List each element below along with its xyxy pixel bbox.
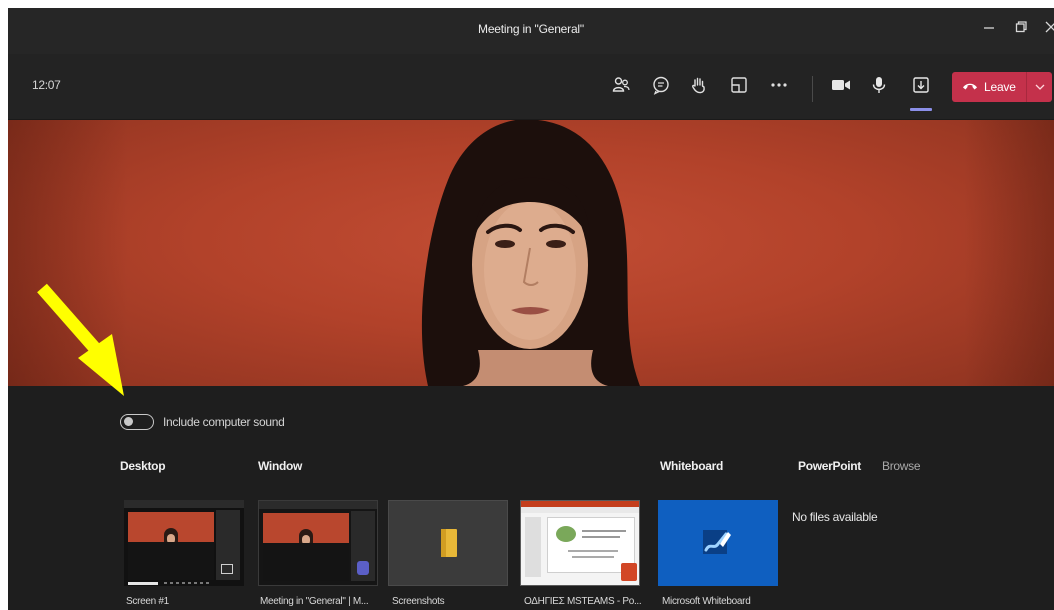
no-files-message: No files available (792, 510, 878, 524)
thumb-side-panel (351, 511, 375, 581)
raise-hand-icon[interactable] (686, 72, 712, 98)
section-window: Window (258, 459, 303, 473)
include-sound-toggle[interactable] (120, 414, 154, 430)
yellow-arrow-annotation (37, 283, 124, 396)
meeting-controls-bar: 12:07 Leave (8, 54, 1054, 120)
tile-label: Screenshots (392, 596, 445, 607)
thumb-titlebar (124, 500, 244, 508)
thumb-video (263, 513, 349, 551)
thumb-slide-list (525, 517, 541, 577)
toolbar-divider (812, 76, 813, 102)
whiteboard-icon (703, 530, 731, 554)
camera-icon[interactable] (828, 72, 854, 98)
section-whiteboard: Whiteboard (660, 459, 723, 473)
participants-icon[interactable] (608, 72, 634, 98)
thumb-progress (128, 582, 158, 585)
rooms-icon[interactable] (726, 72, 752, 98)
teams-meeting-window: Meeting in "General" 12:07 Leave Include… (8, 8, 1054, 610)
participant-video (421, 120, 640, 386)
share-active-indicator (910, 108, 932, 111)
microphone-icon[interactable] (866, 72, 892, 98)
tile-label: Meeting in "General" | M... (260, 596, 369, 607)
tile-whiteboard[interactable] (658, 500, 778, 586)
meeting-timer: 12:07 (32, 78, 61, 92)
folder-icon (441, 529, 457, 557)
tile-window-screenshots[interactable] (388, 500, 508, 586)
tile-label: Microsoft Whiteboard (662, 596, 751, 607)
leave-button[interactable]: Leave (952, 72, 1052, 102)
restore-icon[interactable] (1010, 18, 1032, 40)
section-powerpoint: PowerPoint (798, 459, 862, 473)
tile-window-powerpoint[interactable] (520, 500, 640, 586)
thumb-tray (263, 543, 349, 581)
hang-up-icon (962, 78, 978, 96)
close-icon[interactable] (1040, 18, 1054, 40)
toggle-knob (124, 417, 133, 426)
video-stage (8, 120, 1054, 386)
more-icon[interactable] (766, 72, 792, 98)
tile-window-meeting[interactable] (258, 500, 378, 586)
teams-app-icon (357, 561, 369, 575)
tile-label: ΟΔΗΓΙΕΣ MSTEAMS - Po... (524, 596, 642, 607)
thumb-video (128, 512, 214, 550)
thumb-tray (128, 542, 214, 580)
section-desktop: Desktop (120, 459, 166, 473)
browse-link[interactable]: Browse (882, 459, 921, 473)
share-icon[interactable] (908, 72, 934, 98)
include-sound-label: Include computer sound (163, 415, 285, 429)
tile-label: Screen #1 (126, 596, 169, 607)
leave-main-button[interactable]: Leave (952, 72, 1026, 102)
chevron-down-icon[interactable] (1027, 72, 1052, 102)
chat-icon[interactable] (648, 72, 674, 98)
thumb-titlebar (259, 501, 377, 509)
title-bar: Meeting in "General" (8, 8, 1054, 54)
share-tray: Include computer sound Desktop Window Wh… (8, 386, 1054, 610)
powerpoint-icon (621, 563, 637, 581)
window-title: Meeting in "General" (478, 22, 584, 36)
tile-screen-1[interactable] (124, 500, 244, 586)
minimize-icon[interactable] (978, 18, 1000, 40)
leave-label: Leave (984, 80, 1016, 94)
thumb-side-panel (216, 510, 240, 580)
